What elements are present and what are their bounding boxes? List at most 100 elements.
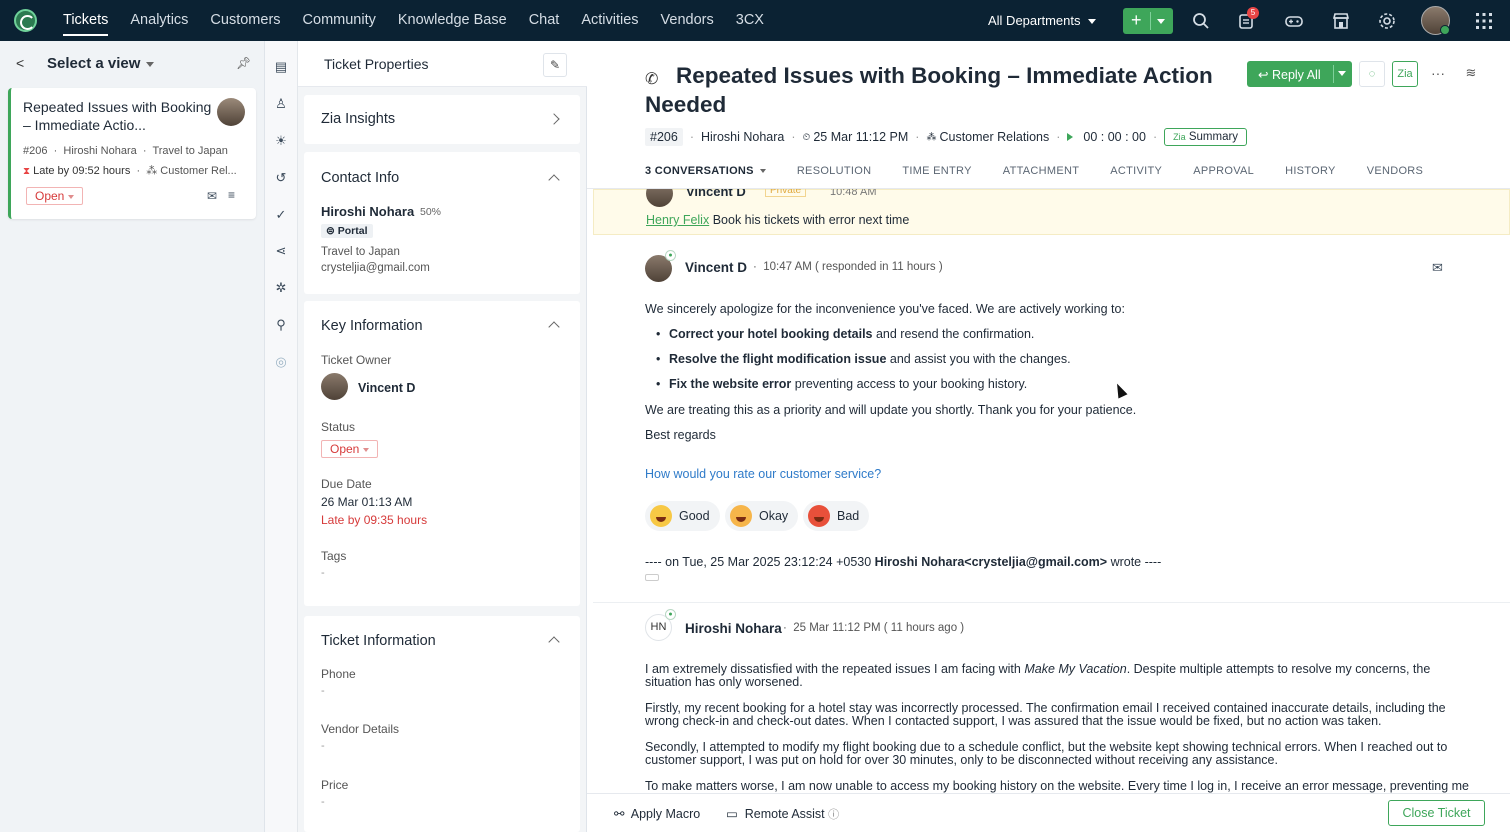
mention-link[interactable]: Henry Felix [646, 213, 709, 227]
properties-title: Ticket Properties [324, 56, 429, 72]
history-icon[interactable]: ↺ [273, 170, 289, 186]
contact-info-title: Contact Info [321, 170, 400, 186]
ticket-card-id: #206 [23, 145, 48, 157]
chevron-down-icon[interactable] [1338, 71, 1346, 76]
private-note-time: 10:48 AM [830, 188, 877, 198]
ticket-owner-name[interactable]: Vincent D [358, 381, 415, 395]
department-selector[interactable]: All Departments [988, 0, 1097, 41]
info-icon[interactable]: ⓘ [828, 809, 839, 821]
nav-activities[interactable]: Activities [570, 0, 649, 41]
key-information-section: Key Information Ticket Owner Vincent D S… [304, 301, 580, 606]
apply-macro-button[interactable]: ⚯ Apply Macro [614, 806, 700, 821]
rating-okay-button[interactable]: Okay [725, 501, 799, 531]
status-dropdown[interactable]: Open [321, 440, 379, 458]
rating-question-link[interactable]: How would you rate our customer service? [645, 467, 881, 481]
tab-conversations[interactable]: 3 CONVERSATIONS [645, 165, 766, 177]
contact-name[interactable]: Hiroshi Nohara [321, 204, 414, 219]
chevron-up-icon[interactable] [548, 174, 560, 186]
chevron-down-icon[interactable] [1157, 19, 1165, 24]
reply-bullet: Resolve the flight modification issue an… [656, 352, 1071, 366]
nav-tickets[interactable]: Tickets [52, 0, 119, 41]
contact-email[interactable]: crysteljia@gmail.com [321, 262, 430, 274]
bulb-icon[interactable]: ☀ [273, 133, 289, 149]
back-chevron-icon[interactable]: < [16, 55, 24, 71]
customer-paragraph: I am extremely dissatisfied with the rep… [645, 663, 1480, 689]
agent-indicator-icon: ● [665, 250, 676, 261]
pin-icon[interactable]: 📌︎ [236, 56, 251, 70]
ticket-properties-icon[interactable]: ▤ [273, 59, 289, 75]
integrations-icon[interactable]: ✲ [273, 280, 289, 296]
ticket-card-team: Customer Rel... [160, 165, 237, 177]
ticket-team[interactable]: Customer Relations [939, 130, 1049, 144]
top-navigation-bar: Tickets Analytics Customers Community Kn… [0, 0, 1510, 41]
expand-quote-icon[interactable] [645, 574, 659, 581]
monitor-icon: ▭ [726, 807, 738, 821]
reply-priority: We are treating this as a priority and w… [645, 403, 1137, 417]
customer-time: · 25 Mar 11:12 PM ( 11 hours ago ) [783, 622, 965, 634]
tab-approval[interactable]: APPROVAL [1193, 165, 1254, 177]
app-logo[interactable] [14, 9, 37, 32]
user-avatar[interactable] [1421, 6, 1450, 35]
ticket-card-sla: ⧗ Late by 09:52 hours · ⁂ Customer Rel..… [23, 165, 237, 177]
layers-icon[interactable]: ≋ [1458, 61, 1484, 87]
close-ticket-button[interactable]: Close Ticket [1388, 800, 1485, 826]
summary-button[interactable]: Zia Summary [1164, 128, 1248, 146]
reply-all-button[interactable]: ↩ Reply All [1247, 61, 1352, 87]
nav-chat[interactable]: Chat [518, 0, 571, 41]
conversation-thread[interactable]: Vincent D Private 10:48 AM Henry Felix B… [587, 188, 1510, 793]
share-icon[interactable]: ⋖ [273, 243, 289, 259]
nav-3cx[interactable]: 3CX [725, 0, 775, 41]
status-value: Open [330, 442, 360, 456]
ticket-card-status[interactable]: Open [26, 187, 84, 205]
tab-vendors[interactable]: VENDORS [1367, 165, 1424, 177]
ticket-contact[interactable]: Hiroshi Nohara [701, 130, 784, 144]
apps-grid-icon[interactable] [1474, 11, 1494, 31]
tab-resolution[interactable]: RESOLUTION [797, 165, 872, 177]
price-value[interactable]: - [321, 796, 325, 808]
pin-tool-icon[interactable]: ⚲ [273, 317, 289, 333]
more-options-icon[interactable]: ··· [1425, 61, 1451, 87]
status-check-icon[interactable]: ◎ [273, 354, 289, 370]
neutral-face-icon [730, 505, 752, 527]
chevron-right-icon [548, 113, 560, 125]
gamepad-icon[interactable] [1284, 11, 1304, 31]
ticket-created: 25 Mar 11:12 PM [813, 130, 909, 144]
nav-knowledge-base[interactable]: Knowledge Base [387, 0, 518, 41]
tab-activity[interactable]: ACTIVITY [1110, 165, 1162, 177]
rating-bad-button[interactable]: Bad [803, 501, 870, 531]
play-timer-icon[interactable] [1067, 133, 1074, 141]
vendor-details-value[interactable]: - [321, 740, 325, 752]
reply-icon: ↩ [1258, 68, 1269, 82]
rating-good-button[interactable]: Good [645, 501, 720, 531]
remote-assist-button[interactable]: ▭ Remote Assist ⓘ [726, 806, 839, 822]
nav-vendors[interactable]: Vendors [650, 0, 725, 41]
edit-icon[interactable]: ✎ [543, 53, 567, 77]
chevron-up-icon[interactable] [548, 636, 560, 648]
comment-icon[interactable]: ◌ [1359, 61, 1385, 87]
chevron-up-icon[interactable] [548, 321, 560, 333]
tags-value[interactable]: - [321, 567, 325, 579]
private-note: Vincent D Private 10:48 AM Henry Felix B… [593, 189, 1510, 235]
check-circle-icon[interactable]: ✓ [273, 207, 289, 223]
macro-icon: ⚯ [614, 807, 625, 821]
tab-time-entry[interactable]: TIME ENTRY [902, 165, 971, 177]
ticket-card[interactable]: Repeated Issues with Booking – Immediate… [8, 88, 256, 219]
view-selector[interactable]: Select a view [47, 55, 155, 72]
tab-history[interactable]: HISTORY [1285, 165, 1336, 177]
rating-good-label: Good [679, 509, 710, 523]
zia-insights-section[interactable]: Zia Insights [304, 95, 580, 144]
zia-icon[interactable]: Zia [1392, 61, 1418, 87]
phone-value[interactable]: - [321, 685, 325, 697]
clock-icon: ⏲ [802, 131, 811, 143]
settings-gear-icon[interactable] [1377, 11, 1397, 31]
nav-community[interactable]: Community [292, 0, 387, 41]
add-new-button[interactable]: + [1123, 8, 1173, 34]
search-icon[interactable] [1191, 11, 1211, 31]
tab-attachment[interactable]: ATTACHMENT [1003, 165, 1080, 177]
nav-analytics[interactable]: Analytics [119, 0, 199, 41]
contact-icon[interactable]: ♙ [273, 96, 289, 112]
nav-customers[interactable]: Customers [199, 0, 291, 41]
marketplace-icon[interactable] [1331, 11, 1351, 31]
ticket-footer: ⚯ Apply Macro ▭ Remote Assist ⓘ Close Ti… [587, 793, 1510, 832]
due-date-value[interactable]: 26 Mar 01:13 AM [321, 495, 412, 509]
